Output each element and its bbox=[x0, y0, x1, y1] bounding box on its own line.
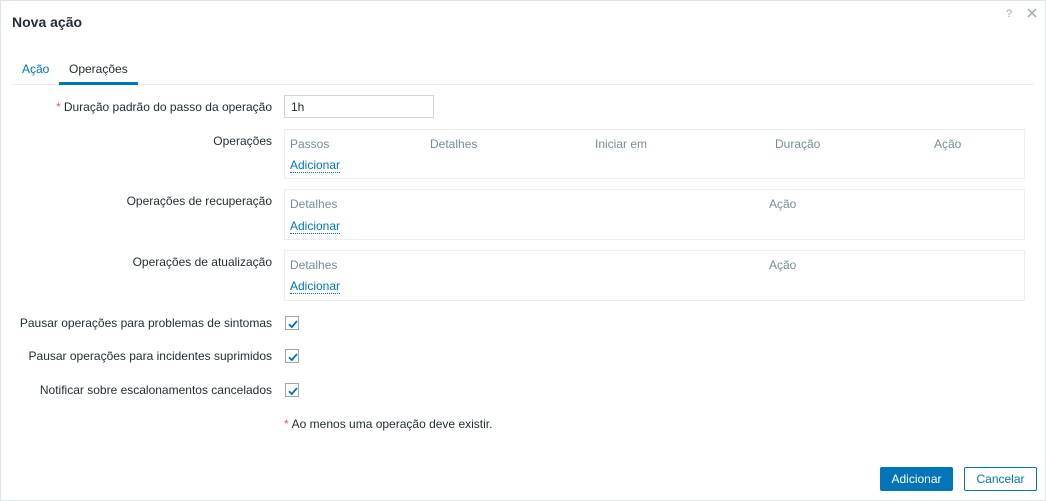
column-header: Ação bbox=[769, 197, 797, 211]
notify-cancelled-label: Notificar sobre escalonamentos cancelado… bbox=[39, 383, 272, 397]
add-recovery-operation-link[interactable]: Adicionar bbox=[290, 219, 341, 234]
check-icon bbox=[288, 387, 298, 396]
add-button[interactable]: Adicionar bbox=[880, 467, 953, 491]
notify-cancelled-checkbox[interactable] bbox=[285, 383, 299, 397]
close-icon[interactable] bbox=[1024, 5, 1040, 21]
required-note: * Ao menos uma operação deve existir. bbox=[284, 417, 492, 431]
update-operations-label: Operações de atualização bbox=[132, 255, 272, 269]
step-duration-label-text: Duração padrão do passo da operação bbox=[63, 100, 272, 114]
step-duration-input[interactable] bbox=[284, 95, 434, 118]
required-marker: * bbox=[56, 100, 61, 114]
column-header: Passos bbox=[290, 137, 330, 151]
pause-symptoms-checkbox[interactable] bbox=[285, 316, 299, 330]
dialog-title: Nova ação bbox=[12, 14, 83, 30]
check-icon bbox=[288, 353, 298, 362]
tab-bar: Ação Operações bbox=[12, 55, 1034, 85]
add-operation-link[interactable]: Adicionar bbox=[290, 158, 341, 173]
column-header: Duração bbox=[775, 137, 821, 151]
required-note-text: Ao menos uma operação deve existir. bbox=[291, 417, 493, 431]
required-marker: * bbox=[284, 417, 289, 431]
recovery-operations-label: Operações de recuperação bbox=[126, 194, 272, 208]
add-update-operation-link[interactable]: Adicionar bbox=[290, 279, 341, 294]
column-header: Detalhes bbox=[290, 197, 338, 211]
operations-table: Passos Detalhes Iniciar em Duração Ação … bbox=[284, 129, 1025, 179]
step-duration-label: * Duração padrão do passo da operação bbox=[56, 100, 272, 114]
recovery-operations-table: Detalhes Ação Adicionar bbox=[284, 189, 1025, 240]
cancel-button[interactable]: Cancelar bbox=[964, 467, 1037, 491]
operations-label: Operações bbox=[213, 134, 272, 148]
column-header: Detalhes bbox=[430, 137, 478, 151]
new-action-dialog: Nova ação ? Ação Operações * Duração padr… bbox=[0, 0, 1046, 501]
column-header: Detalhes bbox=[290, 258, 338, 272]
help-icon[interactable]: ? bbox=[1006, 8, 1012, 20]
update-operations-table: Detalhes Ação Adicionar bbox=[284, 250, 1025, 301]
column-header: Iniciar em bbox=[595, 137, 648, 151]
tab-acao[interactable]: Ação bbox=[22, 62, 49, 76]
check-icon bbox=[288, 320, 298, 329]
column-header: Ação bbox=[769, 258, 797, 272]
column-header: Ação bbox=[934, 137, 962, 151]
pause-symptoms-label: Pausar operações para problemas de sinto… bbox=[19, 316, 272, 330]
pause-suppressed-checkbox[interactable] bbox=[285, 349, 299, 363]
pause-suppressed-label: Pausar operações para incidentes suprimi… bbox=[28, 349, 272, 363]
tab-operacoes[interactable]: Operações bbox=[59, 62, 138, 85]
